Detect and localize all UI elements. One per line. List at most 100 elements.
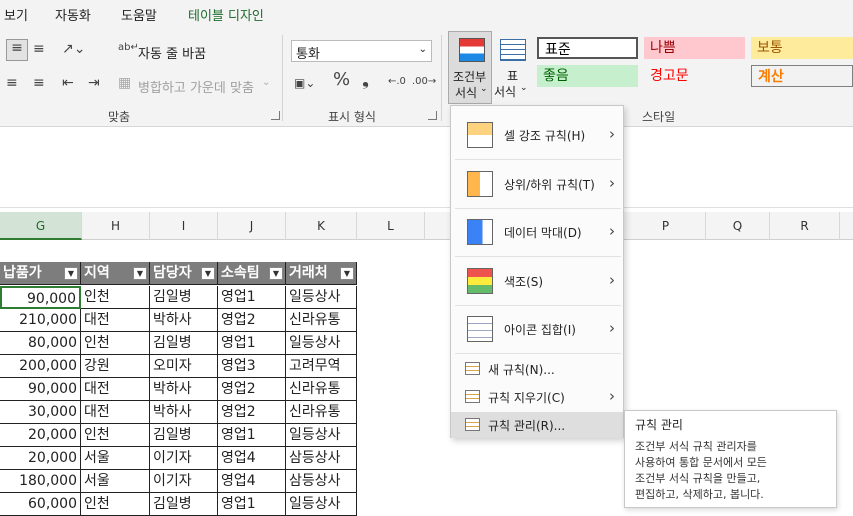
table-cell[interactable]: 90,000 (0, 286, 81, 309)
table-cell[interactable]: 영업2 (218, 401, 286, 424)
table-cell[interactable]: 60,000 (0, 493, 81, 516)
table-cell[interactable]: 박하사 (150, 378, 218, 401)
table-header-cell[interactable]: 거래처 ▼ (286, 262, 357, 285)
menu-item[interactable]: 새 규칙(N)... (451, 356, 623, 382)
percent-style-icon[interactable]: % (333, 71, 350, 89)
column-header[interactable]: P (626, 212, 706, 240)
table-cell[interactable]: 인천 (81, 286, 150, 309)
cell-style-2[interactable]: 보통 (751, 37, 853, 59)
table-cell[interactable]: 영업4 (218, 447, 286, 470)
table-cell[interactable]: 삼등상사 (286, 447, 357, 470)
table-cell[interactable]: 영업1 (218, 332, 286, 355)
conditional-formatting-button[interactable]: 조건부 서식 ⌄ (448, 31, 492, 104)
table-cell[interactable]: 이기자 (150, 447, 218, 470)
table-header-cell[interactable]: 납품가 ▼ (0, 262, 81, 285)
cell-style-4[interactable]: 경고문 (644, 65, 745, 87)
menu-item[interactable]: 규칙 관리(R)... (451, 412, 623, 438)
table-cell[interactable]: 서울 (81, 447, 150, 470)
filter-dropdown-icon[interactable]: ▼ (201, 267, 215, 280)
align-left-icon[interactable]: ≡ (6, 75, 18, 91)
table-cell[interactable]: 박하사 (150, 309, 218, 332)
align-middle-icon[interactable]: ≡ (33, 41, 45, 57)
table-cell[interactable]: 영업3 (218, 355, 286, 378)
column-header[interactable]: L (357, 212, 425, 240)
align-top-icon[interactable]: ≡ (6, 39, 28, 61)
table-cell[interactable]: 신라유통 (286, 309, 357, 332)
cell-style-5[interactable]: 계산 (751, 65, 853, 87)
menu-item[interactable]: 규칙 지우기(C) › (451, 384, 623, 410)
table-cell[interactable]: 대전 (81, 309, 150, 332)
table-cell[interactable]: 신라유통 (286, 401, 357, 424)
column-header[interactable]: R (770, 212, 840, 240)
tab-automate[interactable]: 자동화 (55, 5, 91, 24)
decrease-decimal-icon[interactable]: .00→ (412, 74, 436, 90)
menu-item[interactable]: 아이콘 집합(I) › (451, 307, 623, 351)
filter-dropdown-icon[interactable]: ▼ (64, 267, 78, 280)
menu-item[interactable]: 상위/하위 규칙(T) › (451, 162, 623, 206)
table-cell[interactable]: 삼등상사 (286, 470, 357, 493)
table-cell[interactable]: 고려무역 (286, 355, 357, 378)
table-cell[interactable]: 200,000 (0, 355, 81, 378)
column-header[interactable]: G (0, 212, 82, 240)
column-header[interactable]: K (286, 212, 357, 240)
table-cell[interactable]: 일등상사 (286, 332, 357, 355)
table-cell[interactable]: 일등상사 (286, 493, 357, 516)
cell-style-1[interactable]: 나쁨 (644, 37, 745, 59)
cell-style-0[interactable]: 표준 (537, 37, 638, 59)
menu-item[interactable]: 데이터 막대(D) › (451, 210, 623, 254)
decrease-indent-icon[interactable]: ⇤ (62, 75, 74, 91)
filter-dropdown-icon[interactable]: ▼ (340, 267, 354, 280)
table-cell[interactable]: 서울 (81, 470, 150, 493)
table-cell[interactable]: 대전 (81, 378, 150, 401)
wrap-text-icon[interactable]: ab↵ (118, 40, 139, 56)
accounting-format-icon[interactable]: ▣⌄ (294, 75, 315, 91)
table-header-cell[interactable]: 담당자 ▼ (150, 262, 218, 285)
table-cell[interactable]: 박하사 (150, 401, 218, 424)
table-cell[interactable]: 오미자 (150, 355, 218, 378)
table-cell[interactable]: 강원 (81, 355, 150, 378)
increase-indent-icon[interactable]: ⇥ (88, 75, 100, 91)
table-cell[interactable]: 영업2 (218, 309, 286, 332)
filter-dropdown-icon[interactable]: ▼ (133, 267, 147, 280)
tab-help[interactable]: 도움말 (121, 5, 157, 24)
table-cell[interactable]: 인천 (81, 424, 150, 447)
table-cell[interactable]: 신라유통 (286, 378, 357, 401)
table-cell[interactable]: 김일병 (150, 493, 218, 516)
table-cell[interactable]: 영업2 (218, 378, 286, 401)
tab-table-design[interactable]: 테이블 디자인 (188, 5, 264, 24)
table-cell[interactable]: 180,000 (0, 470, 81, 493)
column-header[interactable]: Q (706, 212, 770, 240)
table-cell[interactable]: 이기자 (150, 470, 218, 493)
menu-item[interactable]: 색조(S) › (451, 259, 623, 303)
table-cell[interactable]: 210,000 (0, 309, 81, 332)
increase-decimal-icon[interactable]: ←.0 (388, 74, 406, 90)
table-cell[interactable]: 대전 (81, 401, 150, 424)
table-cell[interactable]: 김일병 (150, 332, 218, 355)
table-cell[interactable]: 김일병 (150, 424, 218, 447)
table-cell[interactable]: 김일병 (150, 286, 218, 309)
table-cell[interactable]: 90,000 (0, 378, 81, 401)
table-cell[interactable]: 일등상사 (286, 424, 357, 447)
menu-item[interactable]: 셀 강조 규칙(H) › (451, 113, 623, 157)
table-cell[interactable]: 20,000 (0, 447, 81, 470)
tab-view[interactable]: 보기 (4, 5, 28, 24)
table-cell[interactable]: 영업1 (218, 493, 286, 516)
table-cell[interactable]: 영업1 (218, 286, 286, 309)
orientation-icon[interactable]: ↗⌄ (62, 41, 85, 57)
number-dialog-launcher-icon[interactable] (428, 111, 437, 120)
table-cell[interactable]: 인천 (81, 332, 150, 355)
cell-style-3[interactable]: 좋음 (537, 65, 638, 87)
wrap-text-button[interactable]: 자동 줄 바꿈 (138, 43, 206, 62)
format-as-table-button[interactable]: 표 서식 ⌄ (494, 31, 532, 104)
column-header[interactable]: I (150, 212, 218, 240)
alignment-dialog-launcher-icon[interactable] (271, 111, 280, 120)
column-header[interactable]: H (82, 212, 150, 240)
table-cell[interactable]: 영업1 (218, 424, 286, 447)
table-cell[interactable]: 30,000 (0, 401, 81, 424)
comma-style-icon[interactable]: ❟ (362, 71, 369, 89)
table-header-cell[interactable]: 소속팀 ▼ (218, 262, 286, 285)
filter-dropdown-icon[interactable]: ▼ (269, 267, 283, 280)
number-format-select[interactable]: 통화 ⌄ (291, 40, 432, 62)
table-cell[interactable]: 20,000 (0, 424, 81, 447)
column-header[interactable]: J (218, 212, 286, 240)
